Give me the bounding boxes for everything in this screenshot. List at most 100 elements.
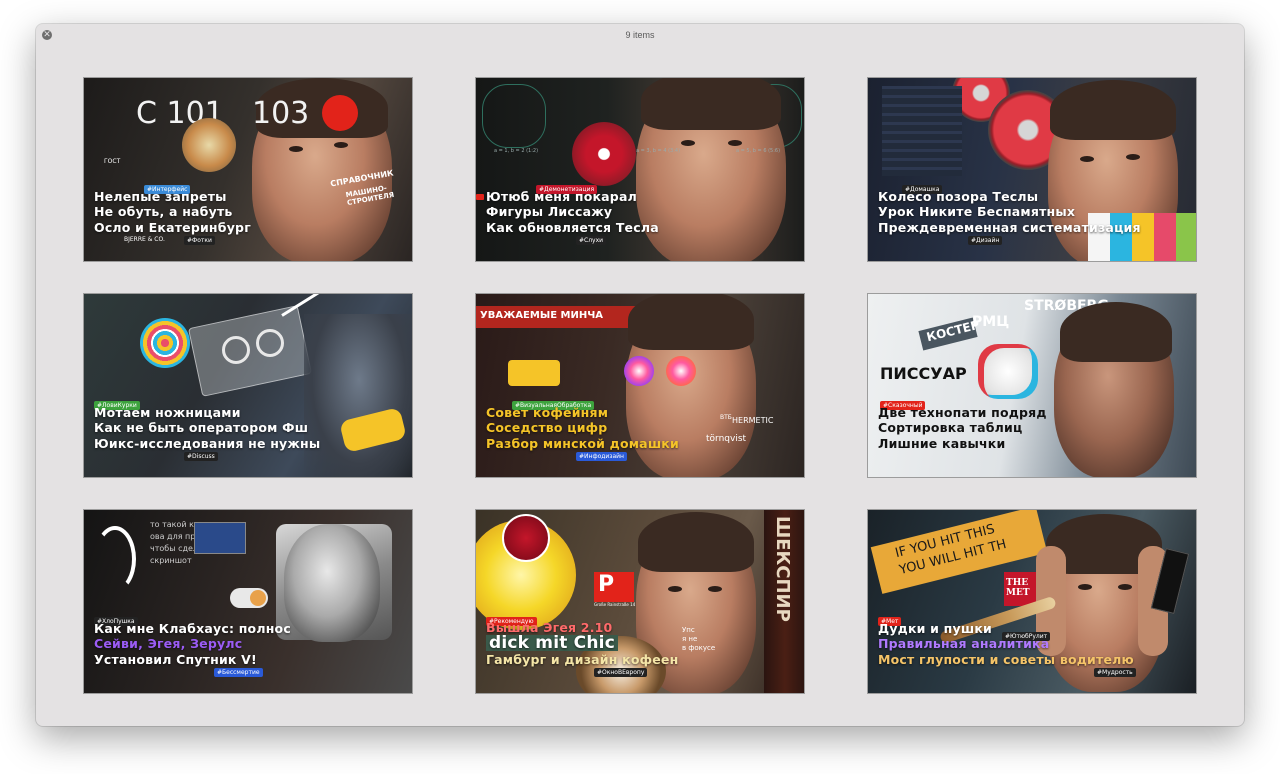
screenshot-thumb <box>194 522 246 554</box>
caption-line: Преждевременная систематизация <box>878 219 1141 235</box>
hair-shape <box>641 78 781 130</box>
caption-line: Соседство цифр <box>486 420 608 435</box>
hoodie-avatar <box>502 514 550 562</box>
quicklook-window: ✕ 9 items C 101 103 СПРАВОЧНИК МАШИНО-СТ… <box>36 24 1244 726</box>
thumbnail-caption: Нелепые запреты Не обуть, а набуть Осло … <box>94 189 251 236</box>
thumbnail-caption: Две технопати подряд Сортировка таблиц Л… <box>878 405 1047 452</box>
caption-line: Как обновляется Тесла <box>486 219 659 235</box>
overlay-pmc: РМЦ <box>972 314 1010 330</box>
caption-line: Нелепые запреты <box>94 188 227 204</box>
caption-line: Сортировка таблиц <box>878 420 1023 435</box>
overlay-gost: ГОСТ <box>104 158 121 165</box>
overlay-street: Große Rainstraße 14 <box>594 602 636 607</box>
glasses-icon <box>666 356 696 386</box>
cassette-reel <box>222 336 250 364</box>
eye-shape <box>1078 584 1092 590</box>
caption-line: Как не быть оператором Фш <box>94 420 309 435</box>
hair-shape <box>638 512 754 572</box>
sneaker-image <box>978 344 1038 399</box>
overlay-hermetic: HERMETIC <box>732 416 774 425</box>
caption-line: Дудки и пушки <box>878 620 992 636</box>
glasses-icon <box>624 356 654 386</box>
caption-line: Осло и Екатеринбург <box>94 219 251 235</box>
eye-shape <box>1118 584 1132 590</box>
thumbnail-5[interactable]: УВАЖАЕМЫЕ МИНЧА ВТБ HERMETIC törnqvist #… <box>475 293 805 478</box>
thumbnail-9[interactable]: IF YOU HIT THIS YOU WILL HIT TH THE MET … <box>867 509 1197 694</box>
formula-label: a = 3, b = 4 (3:4) <box>636 148 681 154</box>
thumbnail-4[interactable]: #ЛовиКурки Мотаем ножницами Как не быть … <box>83 293 413 478</box>
overlay-vtb: ВТБ <box>720 414 732 421</box>
overlay-met: THE MET <box>1006 578 1030 598</box>
tram-icon <box>508 360 560 386</box>
hair-shape <box>1060 302 1172 362</box>
tag: #Discuss <box>184 452 218 461</box>
thumbnail-caption: Колесо позора Теслы Урок Никите Беспамят… <box>878 189 1141 236</box>
eye-shape <box>681 140 695 146</box>
thumbnail-7[interactable]: то такой как ова для пример чтобы сделат… <box>83 509 413 694</box>
window-title: 9 items <box>625 30 655 40</box>
caption-line: Мост глупости и советы водителю <box>878 651 1134 667</box>
caption-line: Правильная аналитика <box>878 636 1050 651</box>
eye-shape <box>728 140 742 146</box>
overlay-text: скриншот <box>150 556 192 565</box>
eye-shape <box>334 142 348 148</box>
white-squiggle-icon <box>94 526 136 592</box>
caption-line: Совет кофейням <box>486 404 609 420</box>
caption-line: dick mit Chic <box>486 635 618 652</box>
formula-label: a = 1, b = 2 (1:2) <box>494 148 539 154</box>
red-knot-icon <box>572 122 636 186</box>
overlay-sign: УВАЖАЕМЫЕ МИНЧА <box>480 310 604 321</box>
caption-line: Не обуть, а набуть <box>94 204 233 219</box>
caption-line: Сейви, Эгея, Зерулс <box>94 636 243 651</box>
cassette-reel <box>256 329 284 357</box>
hair-shape <box>1050 80 1176 140</box>
thumbnail-3[interactable]: #Домашка Колесо позора Теслы Урок Никите… <box>867 77 1197 262</box>
lissajous-figure <box>482 84 546 148</box>
tag: #Дизайн <box>968 236 1003 245</box>
parking-letter: P <box>598 572 615 597</box>
tag: #Бессмертие <box>214 668 263 677</box>
eye-shape <box>668 586 682 592</box>
overlay-oops: я не <box>682 635 698 643</box>
caption-line: Мотаем ножницами <box>94 404 241 420</box>
face-shadow <box>304 314 412 477</box>
caption-line: Как мне Клабхаус: полнос <box>94 620 291 636</box>
eye-shape <box>289 146 303 152</box>
thumbnail-caption: Совет кофейням Соседство цифр Разбор мин… <box>486 405 679 452</box>
eye-shape <box>1080 156 1094 162</box>
caption-line: Колесо позора Теслы <box>878 188 1039 204</box>
caption-line: Ютюб меня покарал <box>486 188 637 204</box>
caption-line: Лишние кавычки <box>878 435 1006 451</box>
thumbnail-caption: Ютюб меня покарал Фигуры Лиссажу Как обн… <box>486 189 659 236</box>
thumbnail-caption: Как мне Клабхаус: полнос Сейви, Эгея, Зе… <box>94 621 291 668</box>
tag: #Фотки <box>184 236 215 245</box>
tag: #Слухи <box>576 236 607 245</box>
overlay-oops: в фокусе <box>682 644 716 652</box>
caption-line: Юикс-исследования не нужны <box>94 435 321 451</box>
tag: #ОкноВЕвропу <box>594 668 648 677</box>
caption-line: Гамбург и дизайн кофеен <box>486 651 679 667</box>
thumbnail-caption: Дудки и пушки Правильная аналитика Мост … <box>878 621 1134 668</box>
tag: #Инфодизайн <box>576 452 627 461</box>
red-logo-icon <box>322 95 358 131</box>
youtube-icon <box>476 194 484 200</box>
overlay-shakespeare: ШЕКСПИР <box>772 516 793 622</box>
thumbnail-2[interactable]: a = 1, b = 2 (1:2) a = 3, b = 4 (3:4) a … <box>475 77 805 262</box>
thumbnail-caption: Мотаем ножницами Как не быть оператором … <box>94 405 320 452</box>
overlay-bjerre: BJERRE & CO. <box>124 236 165 243</box>
collage-circle <box>182 118 236 172</box>
colorful-target <box>140 318 190 368</box>
caption-line: Фигуры Лиссажу <box>486 204 613 219</box>
caption-line: Разбор минской домашки <box>486 435 679 451</box>
overlay-oops: Упс <box>682 626 695 634</box>
overlay-pissuar: ПИССУАР <box>880 364 967 383</box>
thumbnail-caption: Вышла Эгея 2.10 dick mit Chic Гамбург и … <box>486 620 678 668</box>
thumbnail-6[interactable]: КОСТЕР РМЦ STRØBERG ПИССУАР #Сказочный Д… <box>867 293 1197 478</box>
caption-line: Установил Спутник V! <box>94 651 257 667</box>
hair-shape <box>628 294 754 350</box>
eye-shape <box>1126 154 1140 160</box>
thumbnail-1[interactable]: C 101 103 СПРАВОЧНИК МАШИНО-СТРОИТЕЛЯ ГО… <box>83 77 413 262</box>
thumbnail-8[interactable]: P Große Rainstraße 14 ШЕКСПИР Упс я не в… <box>475 509 805 694</box>
eye-shape <box>708 586 722 592</box>
face-image <box>284 524 380 642</box>
